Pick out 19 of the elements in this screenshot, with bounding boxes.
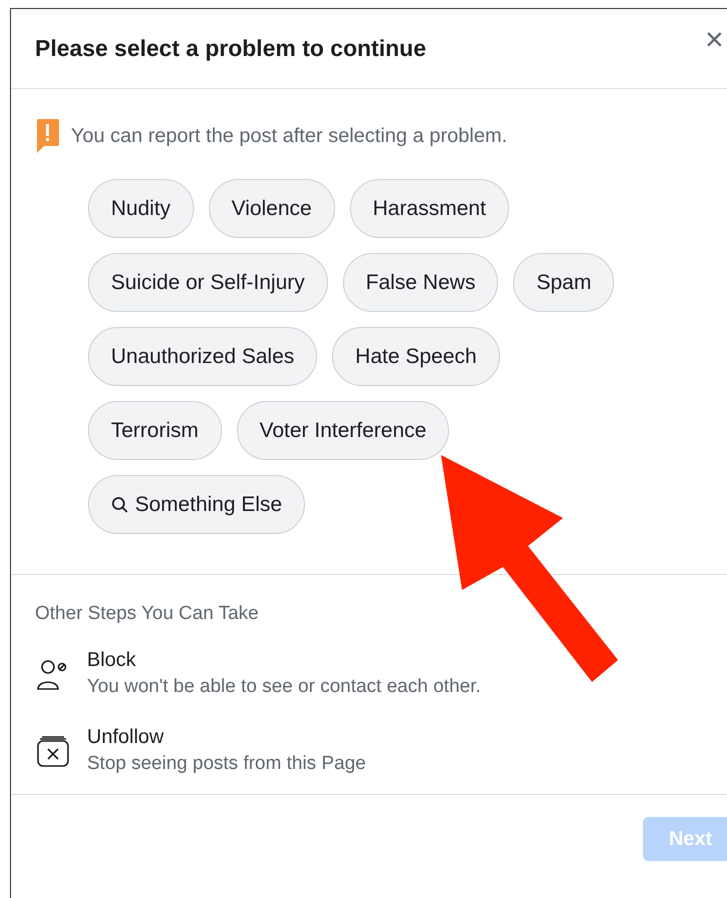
problem-chip[interactable]: Something Else — [88, 475, 306, 534]
problem-chip[interactable]: Terrorism — [88, 401, 222, 460]
problem-chip[interactable]: Spam — [513, 253, 614, 312]
section-heading: Other Steps You Can Take — [35, 603, 260, 625]
close-button[interactable]: × — [705, 23, 724, 55]
problem-chip[interactable]: Suicide or Self-Injury — [88, 253, 328, 312]
problem-chip[interactable]: Harassment — [350, 179, 509, 238]
problem-chip[interactable]: Nudity — [88, 179, 194, 238]
option-title[interactable]: Block — [87, 649, 481, 672]
problem-chip[interactable]: False News — [342, 253, 498, 312]
dialog-title: Please select a problem to continue — [35, 35, 426, 62]
problem-chip[interactable]: Violence — [208, 179, 335, 238]
option-description: You won't be able to see or contact each other. — [87, 676, 481, 698]
problem-chip[interactable]: Hate Speech — [332, 327, 500, 386]
option-description: Stop seeing posts from this Page — [87, 753, 366, 775]
problem-chip[interactable]: Voter Interference — [236, 401, 450, 460]
problem-chip[interactable]: Unauthorized Sales — [88, 327, 318, 386]
notice-text: You can report the post after selecting a problem. — [71, 124, 508, 148]
option-title[interactable]: Unfollow — [87, 726, 366, 749]
